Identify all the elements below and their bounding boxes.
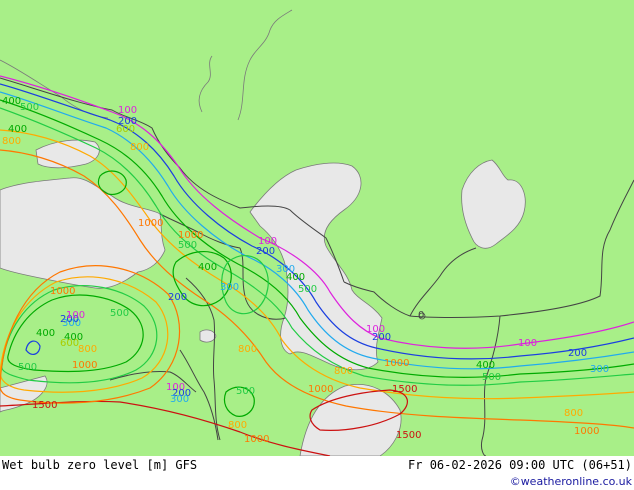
contour-label: 1000 bbox=[574, 426, 599, 437]
contour-label: 800 bbox=[2, 136, 21, 147]
contour-label: 500 bbox=[298, 284, 317, 295]
contour-label: 100 bbox=[118, 105, 137, 116]
contour-label: 500 bbox=[20, 102, 39, 113]
contour-label: 1500 bbox=[32, 400, 57, 411]
contour-label: 1000 bbox=[244, 434, 269, 445]
contour-label: 200 bbox=[256, 246, 275, 257]
contour-label: 400 bbox=[198, 262, 217, 273]
contour-label: 800 bbox=[334, 366, 353, 377]
contour-label: 100 bbox=[66, 310, 85, 321]
contour-label: 800 bbox=[78, 344, 97, 355]
contour-label: 1500 bbox=[392, 384, 417, 395]
contour-label: 1500 bbox=[396, 430, 421, 441]
contour-label: 500 bbox=[110, 308, 129, 319]
contour-label: 500 bbox=[482, 372, 501, 383]
forecast-datetime: Fr 06-02-2026 09:00 UTC (06+51) bbox=[408, 458, 632, 472]
contour-label: 200 bbox=[372, 332, 391, 343]
legend-bar: Wet bulb zero level [m] GFS Fr 06-02-202… bbox=[0, 456, 634, 490]
contour-label: 1000 bbox=[72, 360, 97, 371]
contour-label: 400 bbox=[36, 328, 55, 339]
weather-map: 400500 1002006008004008001000100050040010… bbox=[0, 0, 634, 456]
contour-label: 100 bbox=[518, 338, 537, 349]
contour-label: 200 bbox=[168, 292, 187, 303]
credit-link[interactable]: ©weatheronline.co.uk bbox=[510, 475, 632, 488]
contour-label: 600 bbox=[60, 338, 79, 349]
contour-label: 300 bbox=[170, 394, 189, 405]
contour-label: 800 bbox=[238, 344, 257, 355]
contour-label: 1000 bbox=[308, 384, 333, 395]
contour-label: 600 bbox=[116, 124, 135, 135]
contour-label: 1000 bbox=[138, 218, 163, 229]
contour-label: 1000 bbox=[50, 286, 75, 297]
contour-label: 500 bbox=[236, 386, 255, 397]
contour-label: 1000 bbox=[384, 358, 409, 369]
contour-label: 400 bbox=[286, 272, 305, 283]
contour-label: 300 bbox=[590, 364, 609, 375]
contour-label: 800 bbox=[228, 420, 247, 431]
contour-label: 400 bbox=[8, 124, 27, 135]
contour-label: 400 bbox=[476, 360, 495, 371]
map-title: Wet bulb zero level [m] GFS bbox=[2, 458, 198, 472]
contour-label: 800 bbox=[130, 142, 149, 153]
contour-label: 800 bbox=[564, 408, 583, 419]
contour-label: 300 bbox=[220, 282, 239, 293]
contour-label: 400 bbox=[2, 96, 21, 107]
map-area: 400 500 100 200 600 800 400 800 1000 1000 500 400 10… bbox=[0, 0, 634, 456]
contour-label: 500 bbox=[18, 362, 37, 373]
contour-label: 200 bbox=[568, 348, 587, 359]
contour-label: 500 bbox=[178, 240, 197, 251]
